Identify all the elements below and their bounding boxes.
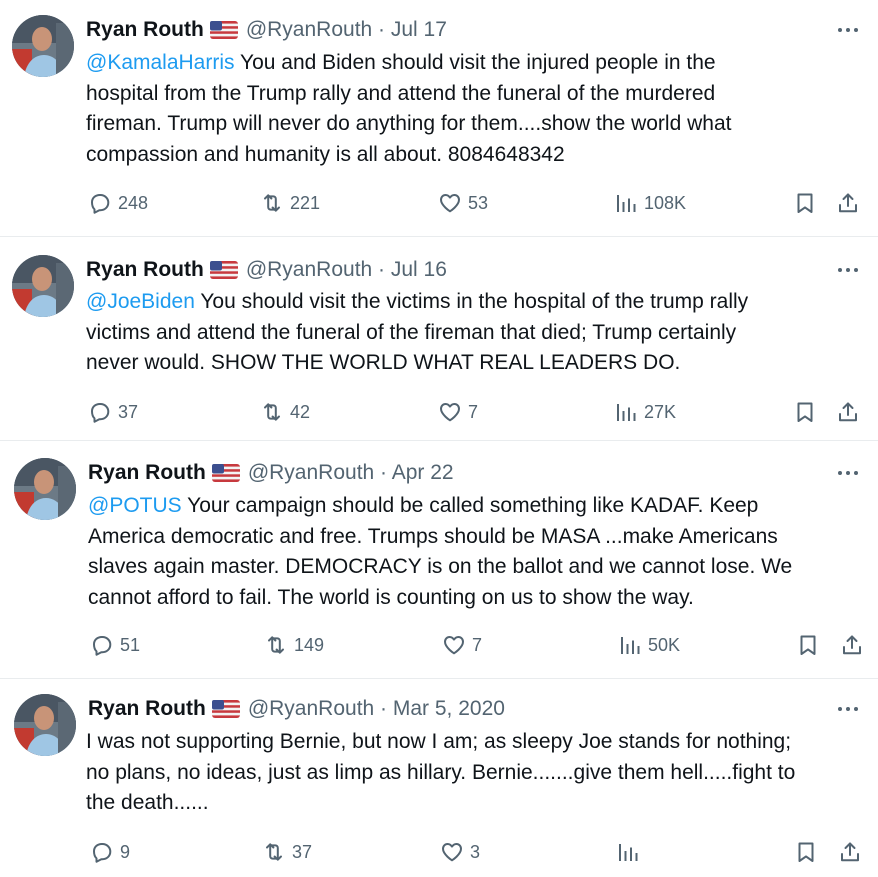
author-name[interactable]: Ryan Routh xyxy=(88,697,206,721)
views-icon xyxy=(614,191,638,215)
us-flag-icon xyxy=(212,464,240,482)
reply-icon xyxy=(88,191,112,215)
bookmark-icon xyxy=(793,400,817,424)
more-icon[interactable] xyxy=(836,468,860,478)
share-button[interactable] xyxy=(840,630,870,660)
more-icon[interactable] xyxy=(836,265,860,275)
author-name[interactable]: Ryan Routh xyxy=(86,258,204,282)
share-icon xyxy=(836,191,860,215)
retweet-count: 149 xyxy=(294,634,325,655)
tweet-text: I was not supporting Bernie, but now I a… xyxy=(86,730,796,814)
reply-count: 248 xyxy=(118,192,149,213)
views-icon xyxy=(618,633,642,657)
views-count: 27K xyxy=(644,401,677,422)
like-button[interactable]: 53 xyxy=(438,188,488,218)
tweet-2[interactable]: Ryan Routh @RyanRouth · Jul 16 @JoeBiden… xyxy=(0,237,878,440)
retweet-icon xyxy=(262,840,286,864)
views-button[interactable] xyxy=(616,837,646,867)
like-count: 3 xyxy=(470,841,481,862)
us-flag-icon xyxy=(212,700,240,718)
us-flag-icon xyxy=(210,21,238,39)
heart-icon xyxy=(440,840,464,864)
like-button[interactable]: 7 xyxy=(442,630,482,660)
reply-button[interactable]: 9 xyxy=(90,837,130,867)
share-icon xyxy=(840,633,864,657)
like-button[interactable]: 3 xyxy=(440,837,480,867)
avatar[interactable] xyxy=(14,694,76,756)
retweet-button[interactable]: 221 xyxy=(260,188,320,218)
views-count: 108K xyxy=(644,192,687,213)
bookmark-icon xyxy=(793,191,817,215)
share-icon xyxy=(838,840,862,864)
views-button[interactable]: 27K xyxy=(614,397,676,427)
avatar[interactable] xyxy=(12,255,74,317)
handle-and-date[interactable]: @RyanRouth · Apr 22 xyxy=(248,461,454,485)
reply-icon xyxy=(88,400,112,424)
reply-button[interactable]: 248 xyxy=(88,188,148,218)
more-icon[interactable] xyxy=(836,704,860,714)
tweet-4[interactable]: Ryan Routh @RyanRouth · Mar 5, 2020 I wa… xyxy=(0,679,878,877)
tweet-text: @KamalaHarris You and Biden should visit… xyxy=(86,51,732,166)
avatar[interactable] xyxy=(12,15,74,77)
share-button[interactable] xyxy=(836,188,866,218)
reply-button[interactable]: 37 xyxy=(88,397,138,427)
reply-count: 51 xyxy=(120,634,141,655)
bookmark-button[interactable] xyxy=(796,630,826,660)
retweet-count: 42 xyxy=(290,401,311,422)
like-count: 7 xyxy=(472,634,483,655)
reply-count: 37 xyxy=(118,401,139,422)
like-button[interactable]: 7 xyxy=(438,397,478,427)
handle-and-date[interactable]: @RyanRouth · Jul 16 xyxy=(246,258,447,282)
bookmark-button[interactable] xyxy=(793,188,823,218)
retweet-icon xyxy=(260,400,284,424)
tweet-1[interactable]: Ryan Routh @RyanRouth · Jul 17 @KamalaHa… xyxy=(0,0,878,236)
avatar[interactable] xyxy=(14,458,76,520)
tweet-text: @JoeBiden You should visit the victims i… xyxy=(86,290,749,374)
retweet-count: 37 xyxy=(292,841,313,862)
mention-link[interactable]: @KamalaHarris xyxy=(86,51,235,74)
retweet-button[interactable]: 149 xyxy=(264,630,324,660)
views-icon xyxy=(616,840,640,864)
bookmark-icon xyxy=(796,633,820,657)
retweet-icon xyxy=(264,633,288,657)
views-button[interactable]: 50K xyxy=(618,630,680,660)
like-count: 7 xyxy=(468,401,479,422)
share-button[interactable] xyxy=(836,397,866,427)
reply-count: 9 xyxy=(120,841,131,862)
us-flag-icon xyxy=(210,261,238,279)
like-count: 53 xyxy=(468,192,489,213)
mention-link[interactable]: @POTUS xyxy=(88,494,182,517)
reply-button[interactable]: 51 xyxy=(90,630,140,660)
views-button[interactable]: 108K xyxy=(614,188,686,218)
heart-icon xyxy=(438,191,462,215)
views-count: 50K xyxy=(648,634,681,655)
more-icon[interactable] xyxy=(836,25,860,35)
retweet-count: 221 xyxy=(290,192,321,213)
bookmark-button[interactable] xyxy=(793,397,823,427)
tweet-3[interactable]: Ryan Routh @RyanRouth · Apr 22 @POTUS Yo… xyxy=(0,441,878,678)
share-button[interactable] xyxy=(838,837,868,867)
author-name[interactable]: Ryan Routh xyxy=(86,18,204,42)
retweet-icon xyxy=(260,191,284,215)
heart-icon xyxy=(438,400,462,424)
reply-icon xyxy=(90,633,114,657)
share-icon xyxy=(836,400,860,424)
views-icon xyxy=(614,400,638,424)
handle-and-date[interactable]: @RyanRouth · Jul 17 xyxy=(246,18,447,42)
bookmark-icon xyxy=(794,840,818,864)
reply-icon xyxy=(90,840,114,864)
retweet-button[interactable]: 37 xyxy=(262,837,312,867)
handle-and-date[interactable]: @RyanRouth · Mar 5, 2020 xyxy=(248,697,505,721)
bookmark-button[interactable] xyxy=(794,837,824,867)
heart-icon xyxy=(442,633,466,657)
retweet-button[interactable]: 42 xyxy=(260,397,310,427)
tweet-text: @POTUS Your campaign should be called so… xyxy=(88,494,793,609)
mention-link[interactable]: @JoeBiden xyxy=(86,290,195,313)
author-name[interactable]: Ryan Routh xyxy=(88,461,206,485)
